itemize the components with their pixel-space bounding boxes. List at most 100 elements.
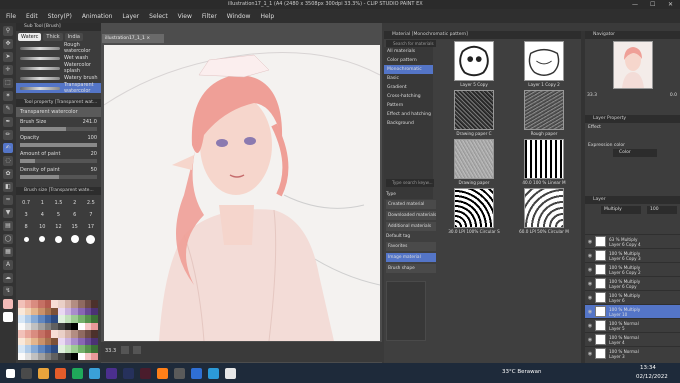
color-swatch[interactable]	[84, 300, 92, 308]
clock-date[interactable]: 02/12/2022	[636, 374, 668, 380]
brush-size-preset[interactable]: 8	[19, 222, 33, 232]
color-swatch[interactable]	[37, 315, 45, 323]
brush-size-preset[interactable]: 2.5	[84, 198, 98, 208]
tree-basic[interactable]: Basic	[384, 74, 433, 83]
brush-size-preset[interactable]: 3	[19, 210, 33, 220]
expression-color-select[interactable]: Color	[613, 149, 657, 157]
clip-studio-icon[interactable]	[225, 367, 236, 379]
tag-search-input[interactable]: Type search keyw...	[386, 179, 434, 187]
minimize-button[interactable]: —	[632, 1, 638, 8]
color-swatch[interactable]	[91, 322, 98, 330]
eyedropper-icon[interactable]: ✎	[3, 104, 13, 114]
density-of-paint-slider[interactable]	[20, 175, 97, 179]
color-swatch[interactable]	[84, 352, 92, 360]
layer-row[interactable]: ◉ 100 % Multiply Layer 6 Copy 3	[585, 248, 680, 262]
color-swatch[interactable]	[64, 300, 72, 308]
color-swatch[interactable]	[84, 345, 92, 353]
brush-size-preset[interactable]: 17	[84, 222, 98, 232]
material-item[interactable]: Rough paper	[514, 90, 574, 136]
file-explorer-icon[interactable]	[38, 367, 49, 379]
close-button[interactable]: ✕	[668, 1, 673, 8]
color-swatch[interactable]	[31, 345, 38, 353]
type-downloaded[interactable]: Downloaded materials	[386, 211, 436, 220]
weather-text[interactable]: 33°C Berawan	[502, 369, 541, 375]
eye-icon[interactable]: ◉	[585, 351, 595, 357]
brush-size-preset[interactable]: 4	[35, 210, 49, 220]
navigator-angle[interactable]: 0.0	[670, 93, 677, 99]
color-swatch[interactable]	[31, 300, 38, 308]
material-item[interactable]: Drawing paper	[444, 139, 504, 185]
chrome-icon[interactable]	[191, 367, 202, 379]
color-swatch[interactable]	[64, 352, 72, 360]
color-swatch[interactable]	[71, 307, 78, 315]
eraser-tool-icon[interactable]: ◧	[3, 182, 13, 192]
color-swatch[interactable]	[31, 337, 38, 345]
menu-story[interactable]: Story(P)	[48, 13, 72, 20]
maximize-button[interactable]: ☐	[650, 1, 655, 8]
tree-effect[interactable]: Effect and hatching	[384, 110, 433, 119]
selection-tool-icon[interactable]: ⬚	[3, 78, 13, 88]
color-swatch[interactable]	[37, 307, 45, 315]
figure-tool-icon[interactable]: ◯	[3, 234, 13, 244]
color-swatch[interactable]	[24, 300, 32, 308]
color-swatch[interactable]	[57, 300, 65, 308]
brush-size-preset[interactable]: 1.5	[51, 198, 65, 208]
brush-size-preset[interactable]: 10	[35, 222, 49, 232]
brush-size-preset[interactable]: 6	[68, 210, 82, 220]
color-swatch[interactable]	[77, 322, 85, 330]
color-swatch[interactable]	[91, 352, 98, 360]
color-swatch[interactable]	[31, 315, 38, 323]
color-swatch[interactable]	[77, 330, 85, 338]
color-swatch[interactable]	[71, 352, 78, 360]
balloon-tool-icon[interactable]: ☁	[3, 273, 13, 283]
line-icon[interactable]	[72, 367, 83, 379]
brush-size-preset[interactable]: 5	[51, 210, 65, 220]
color-swatch[interactable]	[71, 330, 78, 338]
correct-line-icon[interactable]: ↯	[3, 286, 13, 296]
sub-color-swatch[interactable]	[3, 312, 13, 322]
store-icon[interactable]	[89, 367, 100, 379]
color-swatch[interactable]	[18, 330, 25, 338]
tag-brush-shape[interactable]: Brush shape	[386, 264, 436, 273]
color-swatch[interactable]	[51, 352, 58, 360]
menu-view[interactable]: View	[178, 13, 192, 20]
color-swatch[interactable]	[91, 307, 98, 315]
brush-size-preset[interactable]: 1	[35, 198, 49, 208]
color-swatch[interactable]	[91, 337, 98, 345]
menu-select[interactable]: Select	[149, 13, 168, 20]
type-additional[interactable]: Additional materials	[386, 222, 436, 231]
opacity-value[interactable]: 100	[87, 135, 97, 141]
tag-image-material[interactable]: Image material	[386, 253, 436, 262]
color-swatch[interactable]	[64, 337, 72, 345]
brush-size-preset[interactable]: 0.7	[19, 198, 33, 208]
eye-icon[interactable]: ◉	[585, 295, 595, 301]
eye-icon[interactable]: ◉	[585, 337, 595, 343]
color-swatch[interactable]	[37, 352, 45, 360]
gradient-tool-icon[interactable]: ▤	[3, 221, 13, 231]
eye-icon[interactable]: ◉	[585, 239, 595, 245]
color-swatch[interactable]	[64, 307, 72, 315]
brush-item-rough-watercolor[interactable]: Rough watercolor	[16, 42, 101, 54]
brush-size-preset[interactable]: 12	[51, 222, 65, 232]
move-tool-icon[interactable]: ✥	[3, 39, 13, 49]
color-swatch[interactable]	[24, 337, 32, 345]
color-swatch[interactable]	[84, 315, 92, 323]
color-swatch[interactable]	[44, 337, 52, 345]
firefox-icon[interactable]	[55, 367, 66, 379]
color-swatch[interactable]	[51, 330, 58, 338]
brush-size-preset[interactable]: 15	[68, 222, 82, 232]
color-swatch[interactable]	[18, 322, 25, 330]
zoom-tool-icon[interactable]: ⚲	[3, 26, 13, 36]
color-swatch[interactable]	[71, 337, 78, 345]
color-swatch[interactable]	[84, 337, 92, 345]
menu-edit[interactable]: Edit	[26, 13, 38, 20]
color-swatch[interactable]	[51, 337, 58, 345]
color-swatch[interactable]	[37, 337, 45, 345]
tree-cross-hatching[interactable]: Cross-hatching	[384, 92, 433, 101]
move-layer-icon[interactable]: ✛	[3, 65, 13, 75]
canvas-zoom[interactable]: 33.3	[105, 348, 116, 354]
decoration-tool-icon[interactable]: ✿	[3, 169, 13, 179]
material-item[interactable]: 40.0 100 % Linear M	[514, 139, 574, 185]
menu-animation[interactable]: Animation	[82, 13, 113, 20]
color-swatch[interactable]	[44, 322, 52, 330]
